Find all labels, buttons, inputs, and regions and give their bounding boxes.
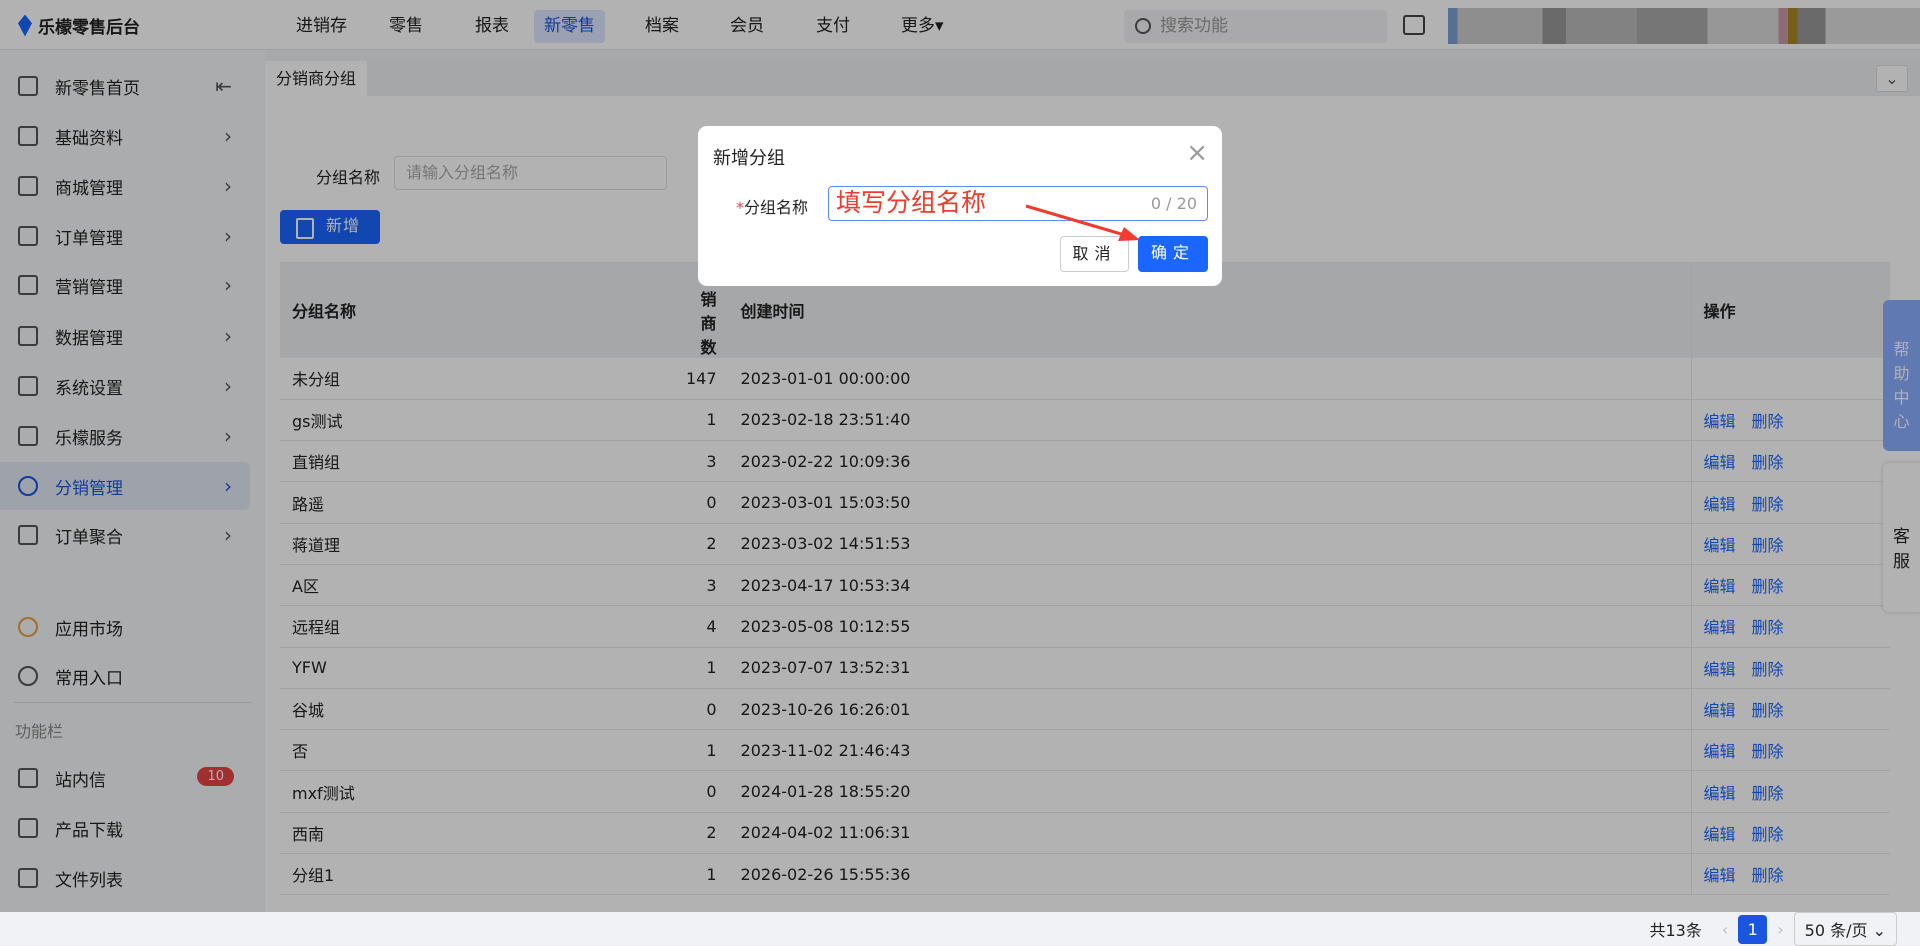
page-1[interactable]: 1	[1738, 914, 1768, 944]
close-icon[interactable]: ×	[1186, 138, 1208, 168]
prev-page-icon[interactable]: ‹	[1722, 920, 1728, 939]
annotation-text: 填写分组名称	[836, 188, 987, 217]
required-mark: *	[736, 198, 744, 217]
total-count: 共13条	[1649, 921, 1702, 940]
group-name-label: *分组名称	[736, 194, 808, 218]
pagination: 共13条 ‹ 1 › 50 条/页 ⌄	[1649, 912, 1920, 946]
dialog-title: 新增分组	[713, 148, 785, 169]
label-text: 分组名称	[744, 198, 809, 217]
next-page-icon[interactable]: ›	[1777, 920, 1783, 939]
cancel-button[interactable]: 取消	[1060, 236, 1129, 272]
page-size-select[interactable]: 50 条/页 ⌄	[1793, 912, 1897, 946]
confirm-button[interactable]: 确定	[1138, 236, 1208, 272]
page-size-value: 50 条/页	[1804, 921, 1868, 940]
add-group-dialog: 新增分组 × *分组名称 0 / 20 填写分组名称 取消 确定	[698, 126, 1222, 286]
char-count: 0 / 20	[1150, 194, 1197, 213]
